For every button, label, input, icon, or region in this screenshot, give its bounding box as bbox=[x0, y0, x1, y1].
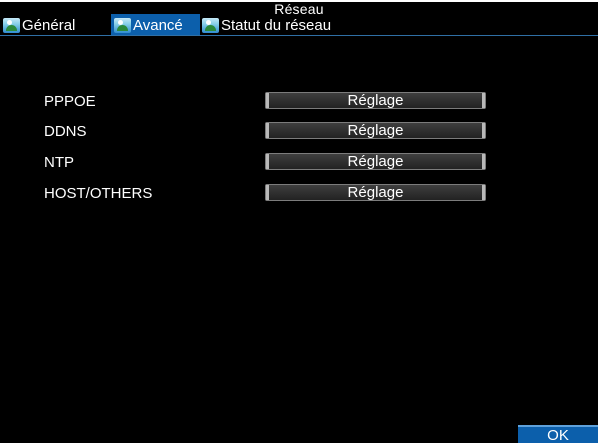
ntp-settings-button[interactable]: Réglage bbox=[265, 153, 486, 170]
tab-divider bbox=[0, 35, 598, 36]
setting-label-ddns: DDNS bbox=[44, 123, 87, 140]
tab-advanced-label: Avancé bbox=[133, 16, 183, 34]
tab-network-status-label: Statut du réseau bbox=[221, 16, 332, 34]
network-window: Réseau Général Avancé Statut du réseau P… bbox=[0, 0, 598, 444]
settings-panel: PPPOE Réglage DDNS Réglage NTP Réglage H… bbox=[0, 60, 598, 425]
tab-general[interactable]: Général bbox=[0, 14, 114, 36]
tab-network-status[interactable]: Statut du réseau bbox=[199, 14, 373, 36]
host-others-settings-button[interactable]: Réglage bbox=[265, 184, 486, 201]
setting-row-pppoe: PPPOE Réglage bbox=[0, 92, 598, 113]
network-icon bbox=[202, 17, 219, 33]
network-icon bbox=[114, 17, 131, 33]
setting-label-pppoe: PPPOE bbox=[44, 93, 96, 110]
ok-button[interactable]: OK bbox=[518, 425, 598, 444]
footer-bar: OK bbox=[0, 425, 598, 444]
title-bar: Réseau bbox=[0, 0, 598, 17]
setting-row-ntp: NTP Réglage bbox=[0, 153, 598, 174]
tab-strip: Général Avancé Statut du réseau bbox=[0, 14, 598, 60]
tab-general-label: Général bbox=[22, 16, 76, 34]
network-icon bbox=[3, 17, 20, 33]
setting-label-host-others: HOST/OTHERS bbox=[44, 185, 153, 202]
pppoe-settings-button[interactable]: Réglage bbox=[265, 92, 486, 109]
setting-row-host-others: HOST/OTHERS Réglage bbox=[0, 184, 598, 205]
setting-label-ntp: NTP bbox=[44, 154, 74, 171]
ddns-settings-button[interactable]: Réglage bbox=[265, 122, 486, 139]
setting-row-ddns: DDNS Réglage bbox=[0, 122, 598, 143]
tab-bar: Général Avancé Statut du réseau bbox=[0, 14, 598, 60]
tab-advanced[interactable]: Avancé bbox=[111, 14, 200, 36]
